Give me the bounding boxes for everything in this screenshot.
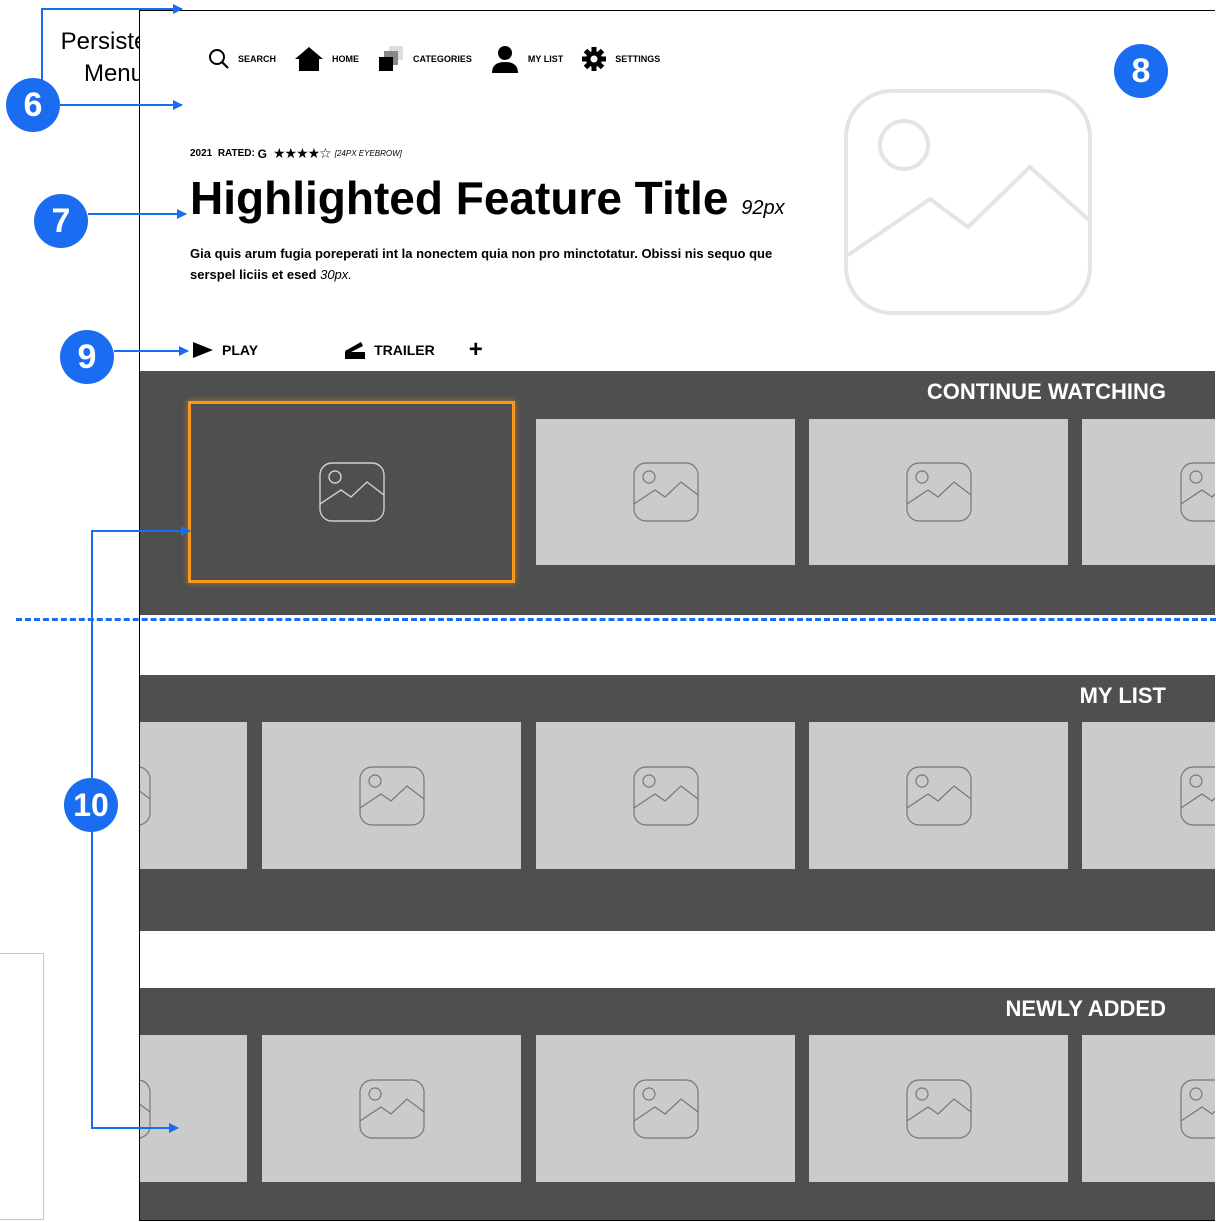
annotation-badge-6: 6 — [6, 78, 60, 132]
annotation-badge-8: 8 — [1114, 44, 1168, 98]
annotation-badge-10: 10 — [64, 778, 118, 832]
annotation-badge-9: 9 — [60, 330, 114, 384]
annotation-connectors — [41, 4, 191, 1133]
annotation-badge-7: 7 — [34, 194, 88, 248]
